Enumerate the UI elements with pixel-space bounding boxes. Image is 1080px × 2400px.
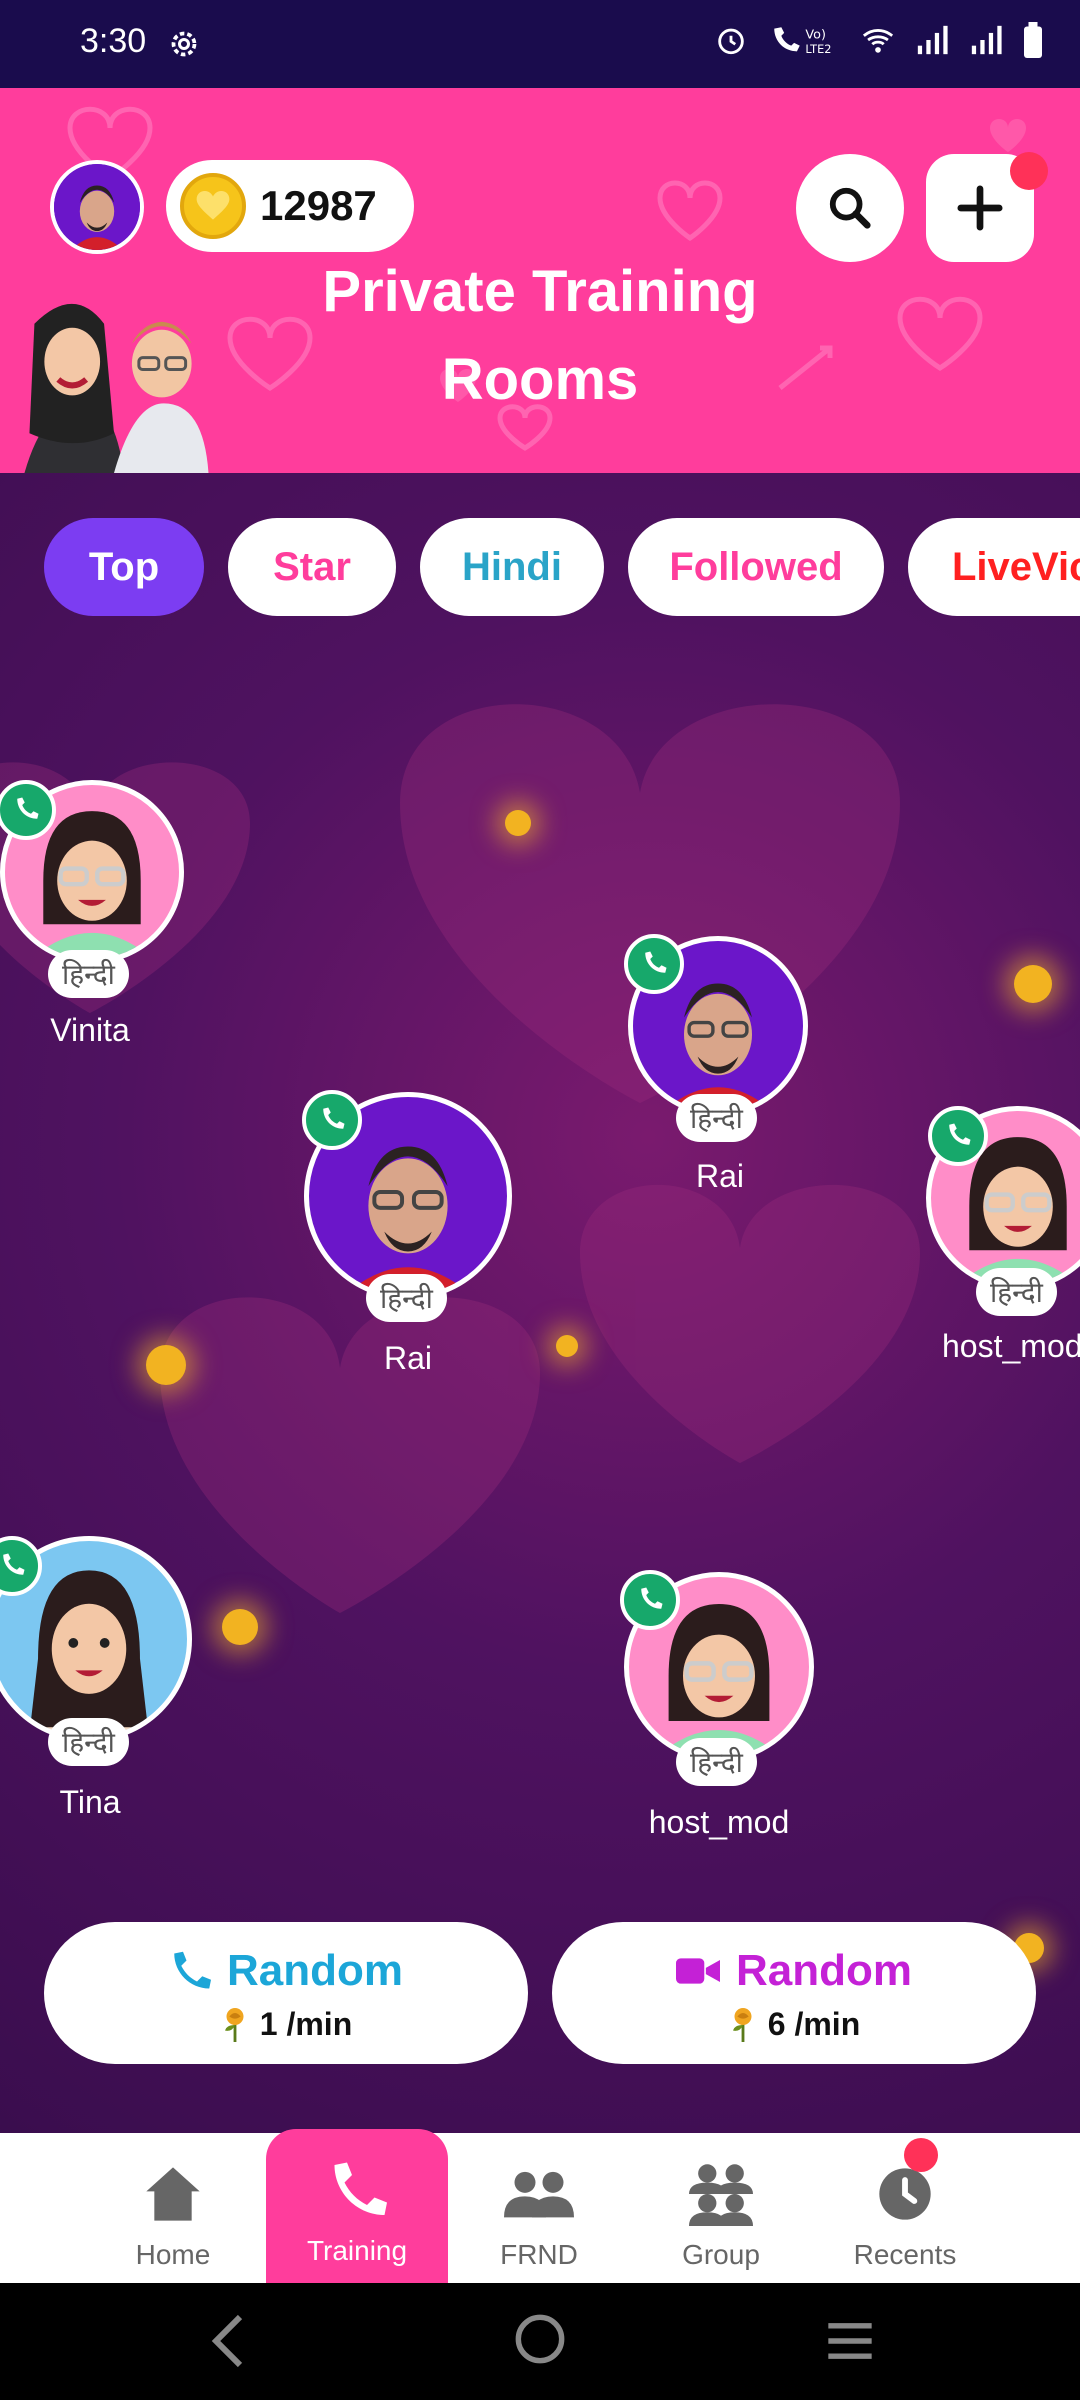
volte-call-icon: Vo)LTE2: [774, 27, 831, 56]
host-name: Tina: [59, 1784, 121, 1820]
tab-hindi[interactable]: Hindi: [420, 518, 604, 616]
alarm-icon: [718, 28, 744, 55]
couple-illustration: [24, 303, 209, 473]
home-icon: [146, 2167, 200, 2221]
bokeh-light: [146, 1345, 186, 1385]
system-navigation-bar: [0, 2283, 1080, 2400]
language-badge: हिन्दी: [976, 1268, 1057, 1316]
language-badge: हिन्दी: [676, 1094, 757, 1142]
call-badge-icon: [620, 1570, 680, 1630]
call-badge-icon: [302, 1090, 362, 1150]
language-badge: हिन्दी: [676, 1738, 757, 1786]
svg-text:LTE2: LTE2: [805, 42, 831, 56]
nav-home[interactable]: Home: [82, 2133, 264, 2283]
background-hearts: [0, 704, 920, 1613]
training-room-area: [0, 473, 1080, 2133]
recent-apps-icon[interactable]: [824, 2319, 876, 2363]
language-badge: हिन्दी: [48, 950, 129, 998]
language-badge: हिन्दी: [48, 1718, 129, 1766]
wifi-icon: [862, 29, 894, 53]
host-card[interactable]: हिन्दी Tina: [0, 1536, 196, 1826]
group-icon: [689, 2164, 753, 2226]
status-time: 3:30: [80, 22, 147, 60]
host-name: host_mod: [942, 1328, 1080, 1364]
nav-group-label: Group: [682, 2239, 760, 2270]
nav-training-label: Training: [306, 2235, 408, 2266]
recents-notification-dot: [904, 2138, 938, 2172]
notification-dot: [1010, 152, 1048, 190]
random-audio-call-button[interactable]: Random 1 /min: [44, 1922, 528, 2064]
svg-text:Vo): Vo): [805, 28, 826, 43]
bokeh-light: [556, 1335, 578, 1357]
call-badge-icon: [928, 1106, 988, 1166]
host-name: Vinita: [50, 1012, 130, 1048]
status-bar: 3:30 Vo) LTE2: [0, 0, 1080, 88]
random-audio-label: Random: [227, 1946, 403, 1995]
host-card[interactable]: हिन्दी Rai: [624, 934, 812, 1206]
bokeh-light: [1014, 965, 1052, 1003]
nav-recents-label: Recents: [853, 2239, 957, 2270]
tab-top[interactable]: Top: [44, 518, 204, 616]
host-card[interactable]: हिन्दी host_mod: [620, 1570, 814, 1852]
tab-followed[interactable]: Followed: [628, 518, 884, 616]
filter-tabs: Top Star Hindi Followed LiveVic: [44, 518, 1080, 616]
rose-icon: [732, 2007, 752, 2042]
host-card[interactable]: हिन्दी Rai: [302, 1090, 514, 1382]
coin-balance-pill[interactable]: 12987: [166, 160, 414, 252]
coin-heart-icon: [180, 173, 246, 239]
coin-count: 12987: [260, 182, 377, 229]
random-video-call-button[interactable]: Random 6 /min: [552, 1922, 1036, 2064]
host-name: host_mod: [648, 1804, 790, 1840]
bokeh-light: [222, 1609, 258, 1645]
user-avatar-image: [54, 164, 140, 250]
nav-training[interactable]: Training: [266, 2129, 448, 2283]
random-audio-price: 1 /min: [259, 2006, 353, 2042]
rose-icon: [224, 2007, 244, 2042]
plus-icon: [957, 185, 1003, 231]
page-title: Private Training Rooms: [322, 259, 758, 412]
phone-icon: [334, 2162, 387, 2215]
call-badge-icon: [624, 934, 684, 994]
settings-gear-icon: [171, 31, 197, 57]
header-banner: 12987 Private Training Rooms: [0, 88, 1080, 473]
phone-icon: [174, 1951, 211, 1989]
home-circle-icon[interactable]: [514, 2313, 566, 2365]
signal-icon: [917, 25, 948, 55]
tab-live-video[interactable]: LiveVic: [908, 518, 1080, 616]
back-icon[interactable]: [206, 2313, 250, 2369]
host-card[interactable]: हिन्दी Vinita: [0, 780, 190, 1050]
language-badge: हिन्दी: [366, 1274, 447, 1322]
search-icon: [829, 187, 871, 229]
host-card[interactable]: हिन्दी host_mod: [924, 1106, 1080, 1376]
signal-icon: [971, 25, 1002, 55]
search-button[interactable]: [796, 154, 904, 262]
bokeh-light: [505, 810, 531, 836]
video-camera-icon: [676, 1958, 720, 1984]
clock-icon: [879, 2168, 931, 2220]
battery-icon: [1024, 22, 1042, 58]
nav-frnd-label: FRND: [500, 2239, 578, 2270]
host-name: Rai: [383, 1340, 432, 1376]
random-video-label: Random: [736, 1946, 912, 1995]
tab-star[interactable]: Star: [228, 518, 396, 616]
nav-home-label: Home: [135, 2239, 211, 2270]
nav-frnd[interactable]: FRND: [448, 2133, 630, 2283]
user-avatar[interactable]: [50, 160, 144, 254]
host-name: Rai: [695, 1158, 744, 1194]
nav-group[interactable]: Group: [630, 2133, 812, 2283]
friends-icon: [504, 2171, 574, 2218]
random-video-price: 6 /min: [767, 2006, 861, 2042]
